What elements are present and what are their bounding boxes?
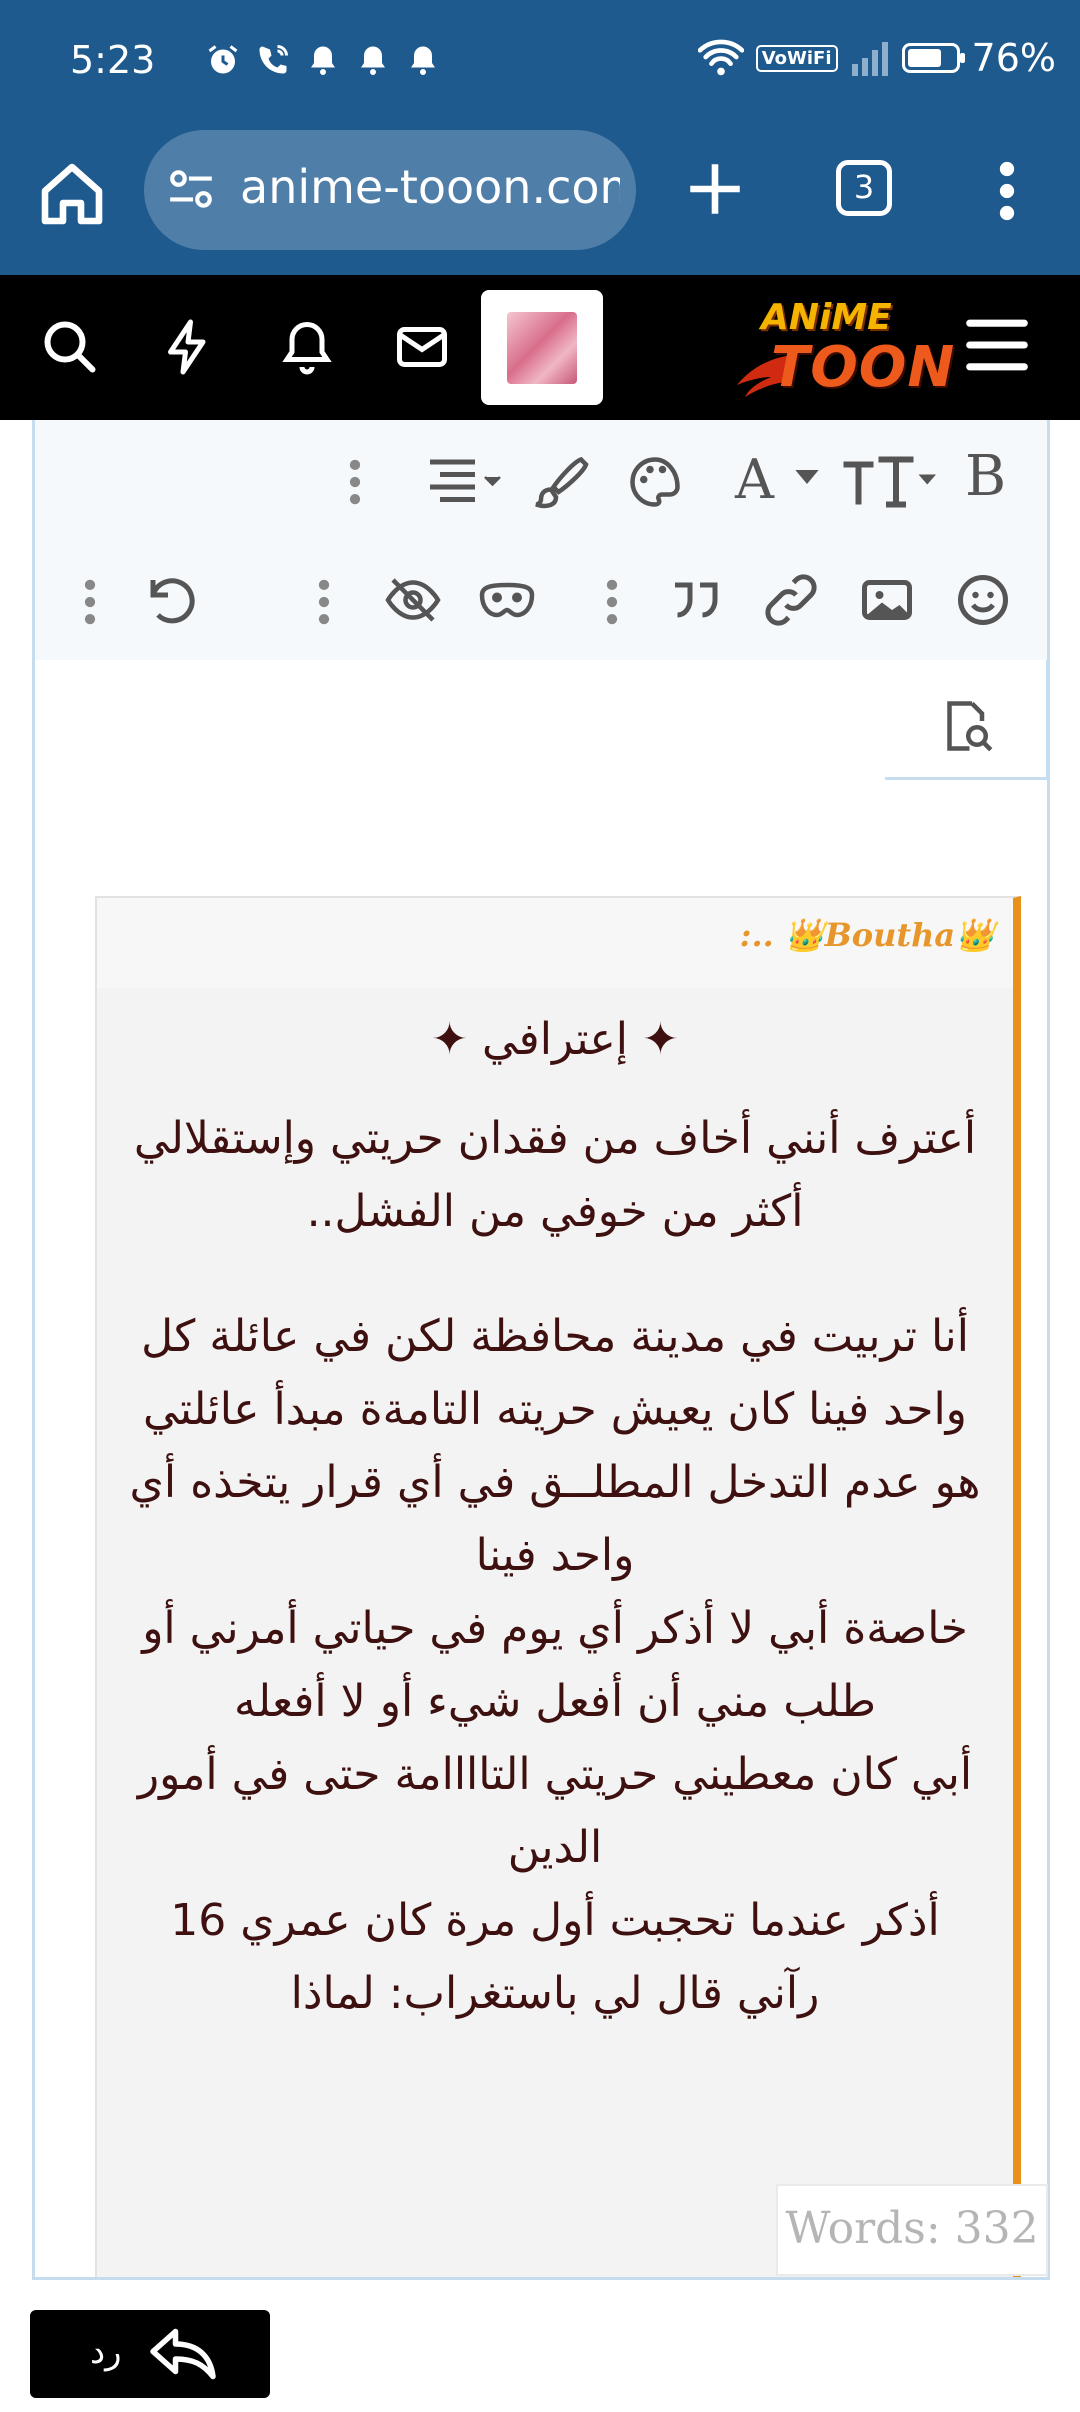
notification-bell-icon bbox=[411, 46, 435, 75]
quote-paragraph: أذكر عندما تحجبت أول مرة كان عمري 16 bbox=[170, 1895, 940, 1946]
site-logo[interactable]: ANiME TOON bbox=[735, 293, 954, 403]
quote-paragraph: رآني قال لي باستغراب: لماذا bbox=[290, 1968, 820, 2019]
battery-percent: 76% bbox=[971, 36, 1056, 80]
hamburger-menu-icon[interactable] bbox=[964, 315, 1030, 375]
quote-author: :.. 👑Boutha👑 bbox=[739, 916, 995, 954]
bell-icon[interactable] bbox=[277, 317, 337, 377]
address-bar[interactable]: anime-tooon.com bbox=[144, 130, 636, 250]
alarm-icon bbox=[208, 45, 238, 74]
quote-paragraph: أنا تربيت في مدينة محافظة لكن في عائلة ك… bbox=[129, 1311, 981, 1581]
status-right-group: VoWiFi 76% bbox=[697, 36, 1056, 80]
reply-arrow-icon bbox=[150, 2328, 216, 2380]
logo-text-toon: TOON bbox=[771, 335, 956, 400]
home-icon[interactable] bbox=[36, 158, 108, 230]
editor-content-area[interactable]: :.. 👑Boutha👑 ✦ إعترافي ✦ أعترف أنني أخاف… bbox=[35, 420, 1047, 2277]
wifi-icon bbox=[697, 39, 744, 76]
word-count: Words: 332 bbox=[776, 2184, 1048, 2276]
reply-label: رد bbox=[90, 2332, 122, 2372]
vowifi-badge: VoWiFi bbox=[755, 44, 838, 72]
wifi-call-icon bbox=[259, 45, 288, 74]
search-icon[interactable] bbox=[40, 317, 100, 377]
reply-button[interactable]: رد bbox=[30, 2310, 270, 2398]
url-text[interactable]: anime-tooon.com bbox=[240, 160, 620, 214]
quote-title: ✦ إعترافي ✦ bbox=[431, 1014, 679, 1065]
user-avatar[interactable] bbox=[481, 290, 603, 405]
browser-chrome: 5:23 VoWiFi 76% anime-tooon.com 3 bbox=[0, 0, 1080, 275]
avatar-image bbox=[507, 312, 577, 384]
status-notification-icons bbox=[205, 42, 441, 78]
quote-paragraph: خاصةة أبي لا أذكر أي يوم في حياتي أمرني … bbox=[142, 1603, 968, 1727]
notification-bell-icon bbox=[311, 46, 335, 75]
battery-icon bbox=[901, 43, 965, 73]
site-settings-icon[interactable] bbox=[166, 164, 216, 214]
signal-icon bbox=[851, 42, 888, 76]
quote-block: :.. 👑Boutha👑 ✦ إعترافي ✦ أعترف أنني أخاف… bbox=[95, 896, 1021, 2277]
status-time: 5:23 bbox=[70, 38, 156, 82]
browser-menu-icon[interactable] bbox=[990, 158, 1024, 224]
status-bar: 5:23 VoWiFi 76% bbox=[0, 0, 1080, 120]
site-header: ANiME TOON bbox=[0, 275, 1080, 420]
notification-bell-icon bbox=[361, 46, 385, 75]
mail-icon[interactable] bbox=[392, 317, 452, 377]
tab-switcher-button[interactable]: 3 bbox=[836, 160, 892, 216]
logo-text-anime: ANiME bbox=[761, 297, 892, 338]
quote-paragraph: أبي كان معطيني حريتي التاااامة حتى في أم… bbox=[137, 1749, 973, 1873]
quote-header: :.. 👑Boutha👑 bbox=[97, 898, 1013, 988]
new-tab-icon[interactable] bbox=[682, 156, 748, 222]
quote-body: ✦ إعترافي ✦ أعترف أنني أخاف من فقدان حري… bbox=[97, 988, 1013, 2030]
lightning-icon[interactable] bbox=[158, 317, 218, 377]
browser-toolbar: anime-tooon.com 3 bbox=[0, 128, 1080, 253]
quote-paragraph: أعترف أنني أخاف من فقدان حريتي وإستقلالي… bbox=[133, 1113, 977, 1237]
